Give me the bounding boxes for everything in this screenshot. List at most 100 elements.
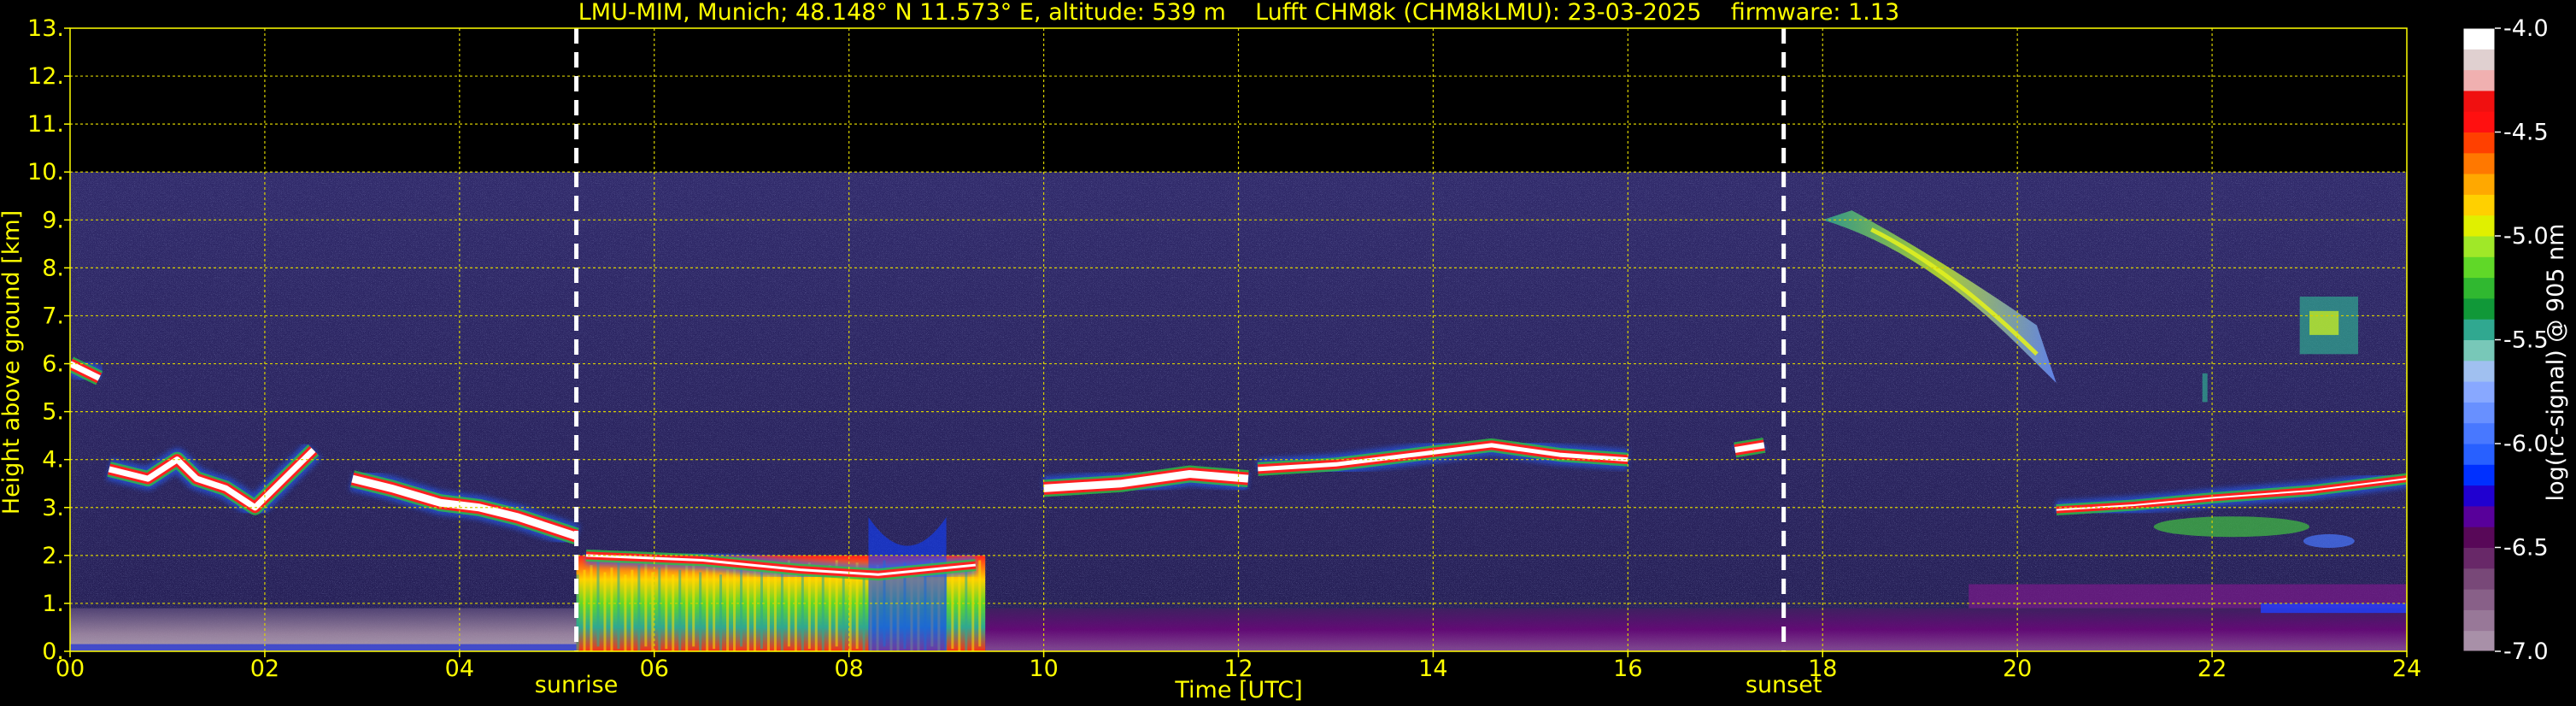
y-tick-label: 11.	[27, 111, 64, 138]
aerosol-layer	[2261, 603, 2407, 614]
colorbar-swatch	[2463, 339, 2495, 362]
colorbar-tick-label: -4.5	[2503, 120, 2549, 146]
precipitation-streak	[958, 574, 961, 651]
colorbar-swatch	[2463, 49, 2495, 71]
colorbar-tick-label: -4.0	[2503, 15, 2549, 42]
x-tick-label: 08	[834, 656, 863, 682]
x-axis-label: Time [UTC]	[1174, 677, 1302, 703]
chart-title: LMU-MIM, Munich; 48.148° N 11.573° E, al…	[578, 0, 1899, 26]
colorbar-tick-label: -5.5	[2503, 327, 2549, 354]
colorbar-swatch	[2463, 630, 2495, 652]
colorbar-swatch	[2463, 90, 2495, 112]
colorbar-swatch	[2463, 547, 2495, 569]
colorbar-swatch	[2463, 485, 2495, 507]
y-tick-label: 7.	[42, 303, 64, 329]
x-tick-label: 02	[250, 656, 279, 682]
colorbar-swatch	[2463, 297, 2495, 320]
y-tick-label: 13.	[27, 15, 64, 42]
colorbar-swatch	[2463, 609, 2495, 632]
colorbar-swatch	[2463, 277, 2495, 299]
y-tick-label: 2.	[42, 543, 64, 569]
x-tick-label: 10	[1029, 656, 1058, 682]
precipitation-streak	[726, 569, 730, 651]
colorbar-swatch	[2463, 464, 2495, 486]
colorbar-swatch	[2463, 360, 2495, 382]
colorbar: -4.0 -4.5 -5.0 -5.5 -6.0 -6.5 -7.0	[2462, 15, 2549, 665]
precipitation-streak	[583, 569, 586, 651]
precipitation-streak	[760, 562, 763, 650]
plot-area	[70, 28, 2407, 651]
precipitation-streak	[631, 569, 634, 651]
cirrus-late-core	[2309, 310, 2339, 335]
y-tick-label: 1.	[42, 591, 64, 617]
colorbar-swatch	[2463, 28, 2495, 50]
colorbar-tick-label: -7.0	[2503, 638, 2549, 665]
colorbar-swatch	[2463, 319, 2495, 340]
precipitation-streak	[780, 565, 783, 651]
colorbar-swatch	[2463, 422, 2495, 444]
x-tick-label: 14	[1418, 656, 1447, 682]
colorbar-swatch	[2463, 194, 2495, 216]
colorbar-tick-label: -6.0	[2503, 431, 2549, 457]
colorbar-swatch	[2463, 444, 2495, 465]
y-tick-label: 10.	[27, 159, 64, 185]
colorbar-swatch	[2463, 256, 2495, 279]
y-tick-label: 5.	[42, 399, 64, 426]
precipitation-streak	[794, 572, 797, 651]
colorbar-swatch	[2463, 589, 2495, 610]
precipitation-streak	[814, 574, 818, 651]
precipitation-streak	[699, 572, 702, 651]
colorbar-swatch	[2463, 111, 2495, 132]
precipitation-streak	[685, 565, 689, 651]
precipitation-streak	[821, 569, 824, 651]
colorbar-swatch	[2463, 402, 2495, 424]
y-tick-label: 6.	[42, 351, 64, 378]
y-tick-label: 9.	[42, 207, 64, 233]
colorbar-swatch	[2463, 132, 2495, 154]
precipitation-streak	[617, 562, 620, 650]
precipitation-streak	[610, 567, 613, 651]
precipitation-streak	[658, 567, 661, 651]
colorbar-swatch	[2463, 527, 2495, 548]
y-tick-label: 0.	[42, 638, 64, 665]
y-tick-label: 12.	[27, 63, 64, 90]
precipitation-streak	[713, 562, 716, 650]
x-tick-label: 18	[1808, 656, 1837, 682]
precipitation-streak	[753, 567, 756, 651]
colorbar-label: log(rc-signal) @ 905 nm	[2543, 224, 2569, 502]
colorbar-swatch	[2463, 69, 2495, 91]
precipitation-streak	[965, 569, 968, 651]
precipitation-streak	[801, 567, 804, 651]
precipitation-streak	[665, 562, 668, 650]
colorbar-tick-label: -5.0	[2503, 223, 2549, 250]
colorbar-swatch	[2463, 568, 2495, 590]
colorbar-swatch	[2463, 505, 2495, 527]
precipitation-streak	[651, 572, 654, 651]
surface-layer	[70, 644, 577, 651]
precipitation-streak	[747, 572, 750, 651]
x-tick-label: 16	[1613, 656, 1642, 682]
precipitation-streak	[706, 567, 709, 651]
precipitation-streak	[590, 565, 593, 651]
precipitation-streak	[624, 574, 627, 651]
sunrise-label: sunrise	[535, 672, 619, 698]
precipitation-streak	[603, 572, 607, 651]
x-tick-label: 04	[445, 656, 474, 682]
colorbar-tick-label: -6.5	[2503, 535, 2549, 562]
x-tick-label: 24	[2392, 656, 2421, 682]
cloud-evening-lower	[2303, 534, 2355, 549]
precipitation-streak	[862, 574, 866, 651]
precipitation-streak	[842, 572, 845, 651]
precipitation-streak	[672, 574, 675, 651]
colorbar-swatch	[2463, 381, 2495, 403]
precipitation-streak	[971, 565, 975, 651]
precipitation-streak	[678, 569, 682, 651]
y-tick-label: 8.	[42, 255, 64, 281]
precipitation-streak	[637, 565, 641, 651]
y-tick-label: 3.	[42, 495, 64, 521]
ceilometer-figure: sunrise sunset 00 02 04 06 08 10 12 14 16 18 20 22 24…	[0, 0, 2569, 703]
colorbar-swatch	[2463, 236, 2495, 257]
colorbar-swatch	[2463, 174, 2495, 195]
y-axis-label: Height above ground [km]	[0, 210, 25, 515]
cloud-evening-base	[2153, 516, 2310, 538]
